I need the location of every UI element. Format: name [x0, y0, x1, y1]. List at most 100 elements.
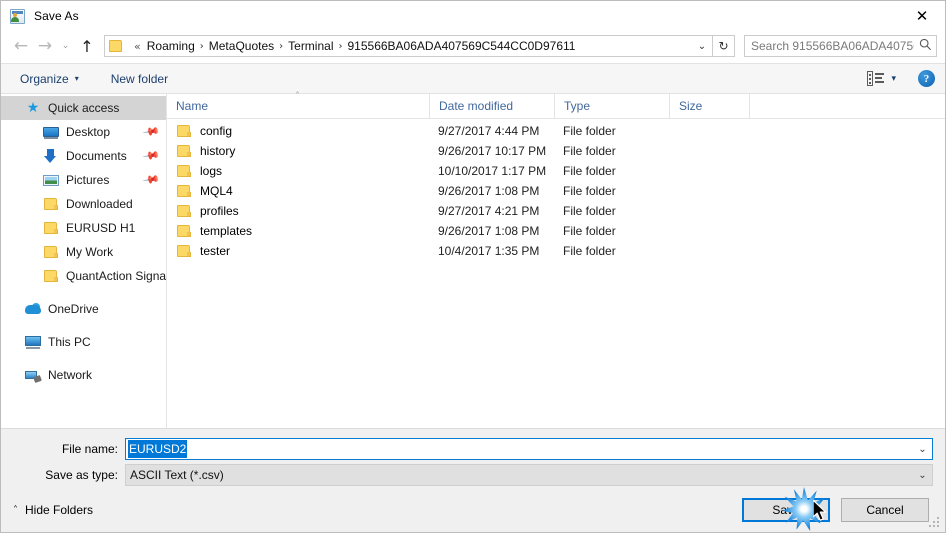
back-button[interactable]: ← [9, 34, 33, 58]
save-as-type-value: ASCII Text (*.csv) [130, 468, 224, 482]
folder-icon [43, 196, 59, 212]
toolbar-right-group: ▾ ? [867, 64, 935, 93]
chevron-down-icon[interactable]: ⌄ [913, 439, 932, 459]
table-row[interactable]: logs 10/10/2017 1:17 PM File folder [167, 161, 945, 181]
navigation-bar: ← → ⌄ ↑ « Roaming › MetaQuotes › Termina… [1, 31, 945, 63]
sidebar-item-pictures[interactable]: Pictures 📌 [1, 168, 166, 192]
breadcrumb-item-metaquotes[interactable]: MetaQuotes [209, 39, 274, 53]
breadcrumb-item-roaming[interactable]: Roaming [147, 39, 195, 53]
sidebar-item-downloaded[interactable]: Downloaded [1, 192, 166, 216]
folder-icon [176, 123, 192, 139]
table-row[interactable]: history 9/26/2017 10:17 PM File folder [167, 141, 945, 161]
file-name: logs [200, 164, 223, 178]
view-mode-icon[interactable] [867, 71, 885, 86]
save-as-type-label: Save as type: [45, 468, 118, 482]
search-input[interactable]: Search 915566BA06ADA40756... [744, 35, 937, 57]
dialog-body: ★ Quick access Desktop 📌 Documents 📌 Pic… [1, 91, 945, 428]
table-row[interactable]: profiles 9/27/2017 4:21 PM File folder [167, 201, 945, 221]
file-name-input[interactable]: EURUSD2 ⌄ [125, 438, 933, 460]
hide-folders-button[interactable]: ˄ Hide Folders [13, 503, 93, 517]
column-label: Date modified [439, 99, 514, 113]
file-name: MQL4 [200, 184, 233, 198]
sidebar-item-eurusd-h1[interactable]: EURUSD H1 [1, 216, 166, 240]
folder-icon [43, 244, 59, 260]
table-row[interactable]: config 9/27/2017 4:44 PM File folder [167, 121, 945, 141]
chevron-down-icon[interactable]: ⌄ [913, 465, 932, 485]
view-dropdown-icon[interactable]: ▾ [891, 74, 896, 84]
sidebar-item-network[interactable]: Network [1, 363, 166, 387]
column-header-date-modified[interactable]: Date modified [430, 94, 555, 118]
column-label: Type [564, 99, 591, 113]
cancel-button[interactable]: Cancel [841, 498, 929, 522]
address-dropdown-icon[interactable]: ⌄ [692, 36, 712, 56]
pin-icon[interactable]: 📌 [142, 147, 161, 166]
sort-ascending-icon: ˄ [295, 91, 300, 102]
refresh-icon[interactable]: ↻ [713, 35, 735, 57]
chevron-up-icon: ˄ [13, 504, 18, 516]
new-folder-button[interactable]: New folder [103, 67, 176, 91]
column-label: Size [679, 99, 703, 113]
breadcrumb-item-terminal[interactable]: Terminal [288, 39, 333, 53]
navigation-pane: ★ Quick access Desktop 📌 Documents 📌 Pic… [1, 94, 167, 428]
table-row[interactable]: MQL4 9/26/2017 1:08 PM File folder [167, 181, 945, 201]
breadcrumb-item-current[interactable]: 915566BA06ADA407569C544CC0D97611 [348, 39, 576, 53]
folder-icon [176, 163, 192, 179]
help-button[interactable]: ? [918, 70, 935, 87]
pin-icon[interactable]: 📌 [142, 171, 161, 190]
up-button[interactable]: ↑ [74, 34, 100, 58]
address-bar[interactable]: « Roaming › MetaQuotes › Terminal › 9155… [104, 35, 713, 57]
new-folder-label: New folder [110, 71, 169, 86]
resize-grip[interactable] [929, 517, 941, 529]
this-pc-icon [25, 334, 41, 350]
sidebar-item-quantaction-signal[interactable]: QuantAction Signal [1, 264, 166, 288]
file-date: 9/26/2017 1:08 PM [438, 224, 540, 238]
column-header-name[interactable]: Name ˄ [167, 91, 430, 118]
star-icon: ★ [26, 100, 40, 116]
sidebar-item-documents[interactable]: Documents 📌 [1, 144, 166, 168]
sidebar-item-label: Documents [66, 149, 127, 163]
file-date: 10/4/2017 1:35 PM [438, 244, 540, 258]
organize-button[interactable]: Organize ▾ [12, 67, 87, 91]
sidebar-item-quick-access[interactable]: ★ Quick access [1, 96, 166, 120]
file-name-value: EURUSD2 [128, 440, 188, 458]
file-date: 10/10/2017 1:17 PM [438, 164, 547, 178]
chevron-right-icon: › [279, 40, 284, 52]
folder-icon [176, 243, 192, 259]
window-title: Save As [34, 9, 79, 23]
save-as-icon [10, 8, 26, 24]
file-date: 9/27/2017 4:44 PM [438, 124, 540, 138]
folder-icon [109, 40, 123, 52]
sidebar-item-label: This PC [48, 335, 91, 349]
save-form: File name: EURUSD2 ⌄ Save as type: ASCII… [1, 428, 945, 488]
save-button[interactable]: Save [742, 498, 830, 522]
sidebar-item-onedrive[interactable]: OneDrive [1, 297, 166, 321]
file-name: profiles [200, 204, 239, 218]
file-type: File folder [563, 184, 616, 198]
file-type: File folder [563, 224, 616, 238]
breadcrumb-overflow[interactable]: « [128, 40, 147, 53]
file-name: tester [200, 244, 231, 258]
file-name: history [200, 144, 236, 158]
file-type: File folder [563, 124, 616, 138]
table-row[interactable]: templates 9/26/2017 1:08 PM File folder [167, 221, 945, 241]
sidebar-item-desktop[interactable]: Desktop 📌 [1, 120, 166, 144]
file-name: templates [200, 224, 253, 238]
sidebar-item-my-work[interactable]: My Work [1, 240, 166, 264]
save-as-type-select[interactable]: ASCII Text (*.csv) ⌄ [125, 464, 933, 486]
sidebar-item-label: Downloaded [66, 197, 133, 211]
pin-icon[interactable]: 📌 [142, 123, 161, 142]
file-type: File folder [563, 204, 616, 218]
hide-folders-label: Hide Folders [25, 503, 94, 517]
file-date: 9/27/2017 4:21 PM [438, 204, 540, 218]
file-list-pane: Name ˄ Date modified Type Size config 9/… [167, 91, 945, 428]
recent-locations-button[interactable]: ⌄ [57, 34, 74, 58]
sidebar-item-this-pc[interactable]: This PC [1, 330, 166, 354]
close-icon[interactable]: ✕ [899, 1, 945, 31]
forward-button[interactable]: → [33, 34, 57, 58]
column-header-type[interactable]: Type [555, 94, 670, 118]
chevron-right-icon: › [338, 40, 343, 52]
table-row[interactable]: tester 10/4/2017 1:35 PM File folder [167, 241, 945, 261]
column-header-size[interactable]: Size [670, 94, 750, 118]
